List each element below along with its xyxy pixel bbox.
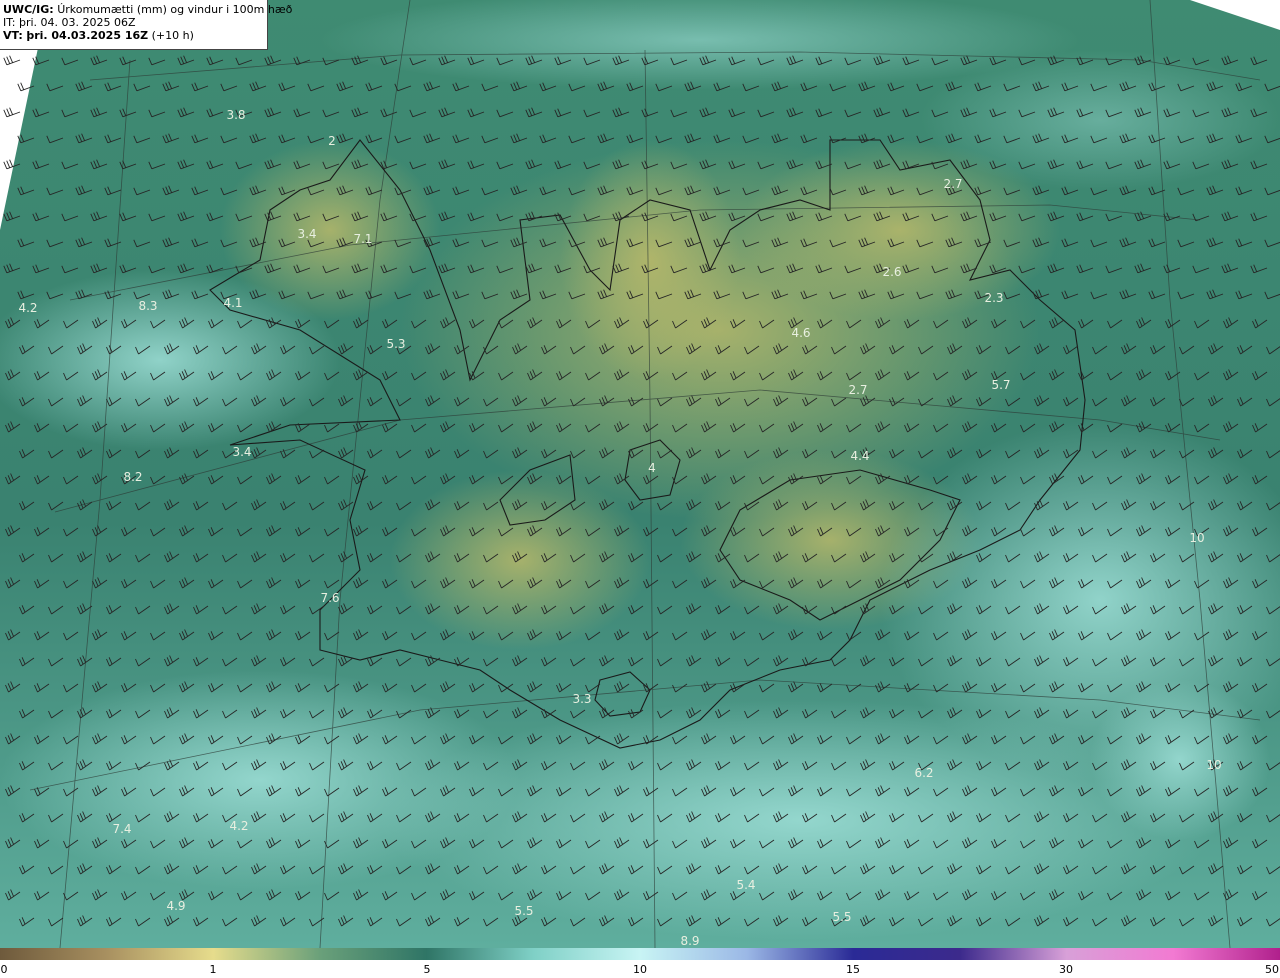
precip-value-label: 3.3 <box>572 692 591 706</box>
product-code: UWC/IG: <box>3 3 54 16</box>
precip-value-label: 7.4 <box>112 822 131 836</box>
precip-value-label: 2.7 <box>943 177 962 191</box>
colorbar-tick-label: 30 <box>1059 963 1073 976</box>
precip-value-label: 8.9 <box>680 934 699 948</box>
map-title: Úrkomumætti (mm) og vindur i 100m hæð <box>57 3 293 16</box>
precip-value-label: 5.5 <box>514 904 533 918</box>
colorbar-tick-label: 15 <box>846 963 860 976</box>
forecast-map: 3.8 2 3.4 7.1 4.2 8.3 4.1 5.3 2.7 2.6 2.3 4.6 5.7 2.7… <box>0 0 1280 948</box>
colorbar-tick-label: 5 <box>423 963 431 976</box>
valid-time: þri. 04.03.2025 16Z <box>26 29 149 42</box>
map-header: UWC/IG: Úrkomumætti (mm) og vindur i 100… <box>0 0 292 50</box>
precip-value-label: 7.6 <box>320 591 339 605</box>
precip-value-label: 2 <box>328 134 336 148</box>
precip-value-label: 4.4 <box>850 449 869 463</box>
precip-value-label: 5.7 <box>991 378 1010 392</box>
precip-value-label: 2.6 <box>882 265 901 279</box>
precip-value-label: 5.4 <box>736 878 755 892</box>
precip-value-label: 2.3 <box>984 291 1003 305</box>
precip-value-label: 4.2 <box>229 819 248 833</box>
precip-value-label: 4.9 <box>166 899 185 913</box>
colorbar-tick-label: 10 <box>633 963 647 976</box>
precip-value-label: 5.5 <box>832 910 851 924</box>
precip-value-label: 4 <box>648 461 656 475</box>
colorbar <box>0 948 1280 960</box>
precip-value-label: 3.4 <box>297 227 316 241</box>
precip-value-label: 8.2 <box>123 470 142 484</box>
issue-time: IT: þri. 04. 03. 2025 06Z <box>3 16 136 29</box>
precip-value-label: 8.3 <box>138 299 157 313</box>
colorbar-tick-label: 50 <box>1265 963 1279 976</box>
precip-value-label: 10 <box>1189 531 1204 545</box>
colorbar-ticks: 0 1 5 10 15 30 50 <box>0 960 1280 978</box>
precip-value-label: 7.1 <box>353 232 372 246</box>
precip-value-label: 10 <box>1206 758 1221 772</box>
precip-value-label: 4.6 <box>791 326 810 340</box>
precip-value-label: 3.8 <box>226 108 245 122</box>
colorbar-tick-label: 0 <box>0 963 8 976</box>
precip-value-label: 4.2 <box>18 301 37 315</box>
precip-value-label: 3.4 <box>232 445 251 459</box>
colorbar-tick-label: 1 <box>209 963 217 976</box>
precip-value-label: 5.3 <box>386 337 405 351</box>
precip-value-label: 2.7 <box>848 383 867 397</box>
precip-value-label: 4.1 <box>223 296 242 310</box>
valid-prefix: VT: <box>3 29 23 42</box>
valid-offset: (+10 h) <box>151 29 194 42</box>
colorbar-gradient <box>0 948 1280 960</box>
precip-value-label: 6.2 <box>914 766 933 780</box>
